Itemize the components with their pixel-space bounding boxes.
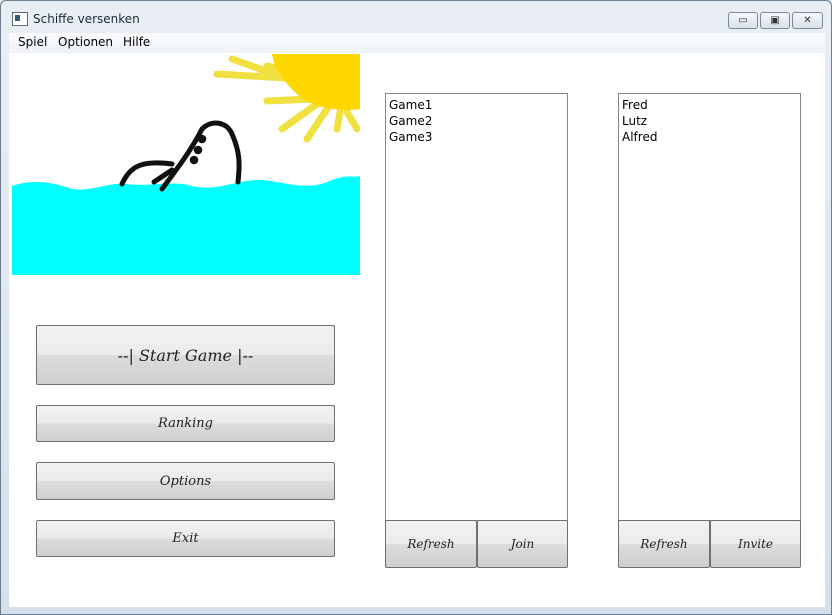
close-button[interactable]: ✕ [792,12,823,29]
start-game-button[interactable]: --| Start Game |-- [36,325,335,385]
join-button[interactable]: Join [477,520,568,568]
client-area: --| Start Game |-- Ranking Options Exit … [9,53,825,607]
menu-optionen[interactable]: Optionen [58,35,113,49]
menu-spiel[interactable]: Spiel [18,35,47,49]
options-button[interactable]: Options [36,462,335,500]
games-list[interactable]: Game1 Game2 Game3 [385,93,568,521]
game-list-item[interactable]: Game1 [389,97,564,113]
window-title: Schiffe versenken [33,12,140,26]
minimize-button[interactable]: ▭ [728,12,758,29]
ranking-button[interactable]: Ranking [36,405,335,442]
game-list-item[interactable]: Game3 [389,129,564,145]
player-list-item[interactable]: Alfred [622,129,797,145]
maximize-button[interactable]: ▣ [760,12,790,29]
menu-hilfe[interactable]: Hilfe [123,35,150,49]
app-icon [12,12,28,26]
ship-illustration [12,54,360,275]
invite-button[interactable]: Invite [710,520,801,568]
player-list-item[interactable]: Lutz [622,113,797,129]
menu-bar: Spiel Optionen Hilfe [9,33,825,53]
games-refresh-button[interactable]: Refresh [385,520,477,568]
player-list-item[interactable]: Fred [622,97,797,113]
exit-button[interactable]: Exit [36,520,335,557]
title-bar[interactable]: Schiffe versenken ▭ ▣ ✕ [1,1,831,32]
app-window: Schiffe versenken ▭ ▣ ✕ Spiel Optionen H… [0,0,832,615]
sea [12,176,360,275]
players-list[interactable]: Fred Lutz Alfred [618,93,801,521]
players-refresh-button[interactable]: Refresh [618,520,710,568]
game-list-item[interactable]: Game2 [389,113,564,129]
close-icon: ✕ [803,15,812,26]
maximize-icon: ▣ [770,15,780,26]
minimize-icon: ▭ [738,15,748,26]
